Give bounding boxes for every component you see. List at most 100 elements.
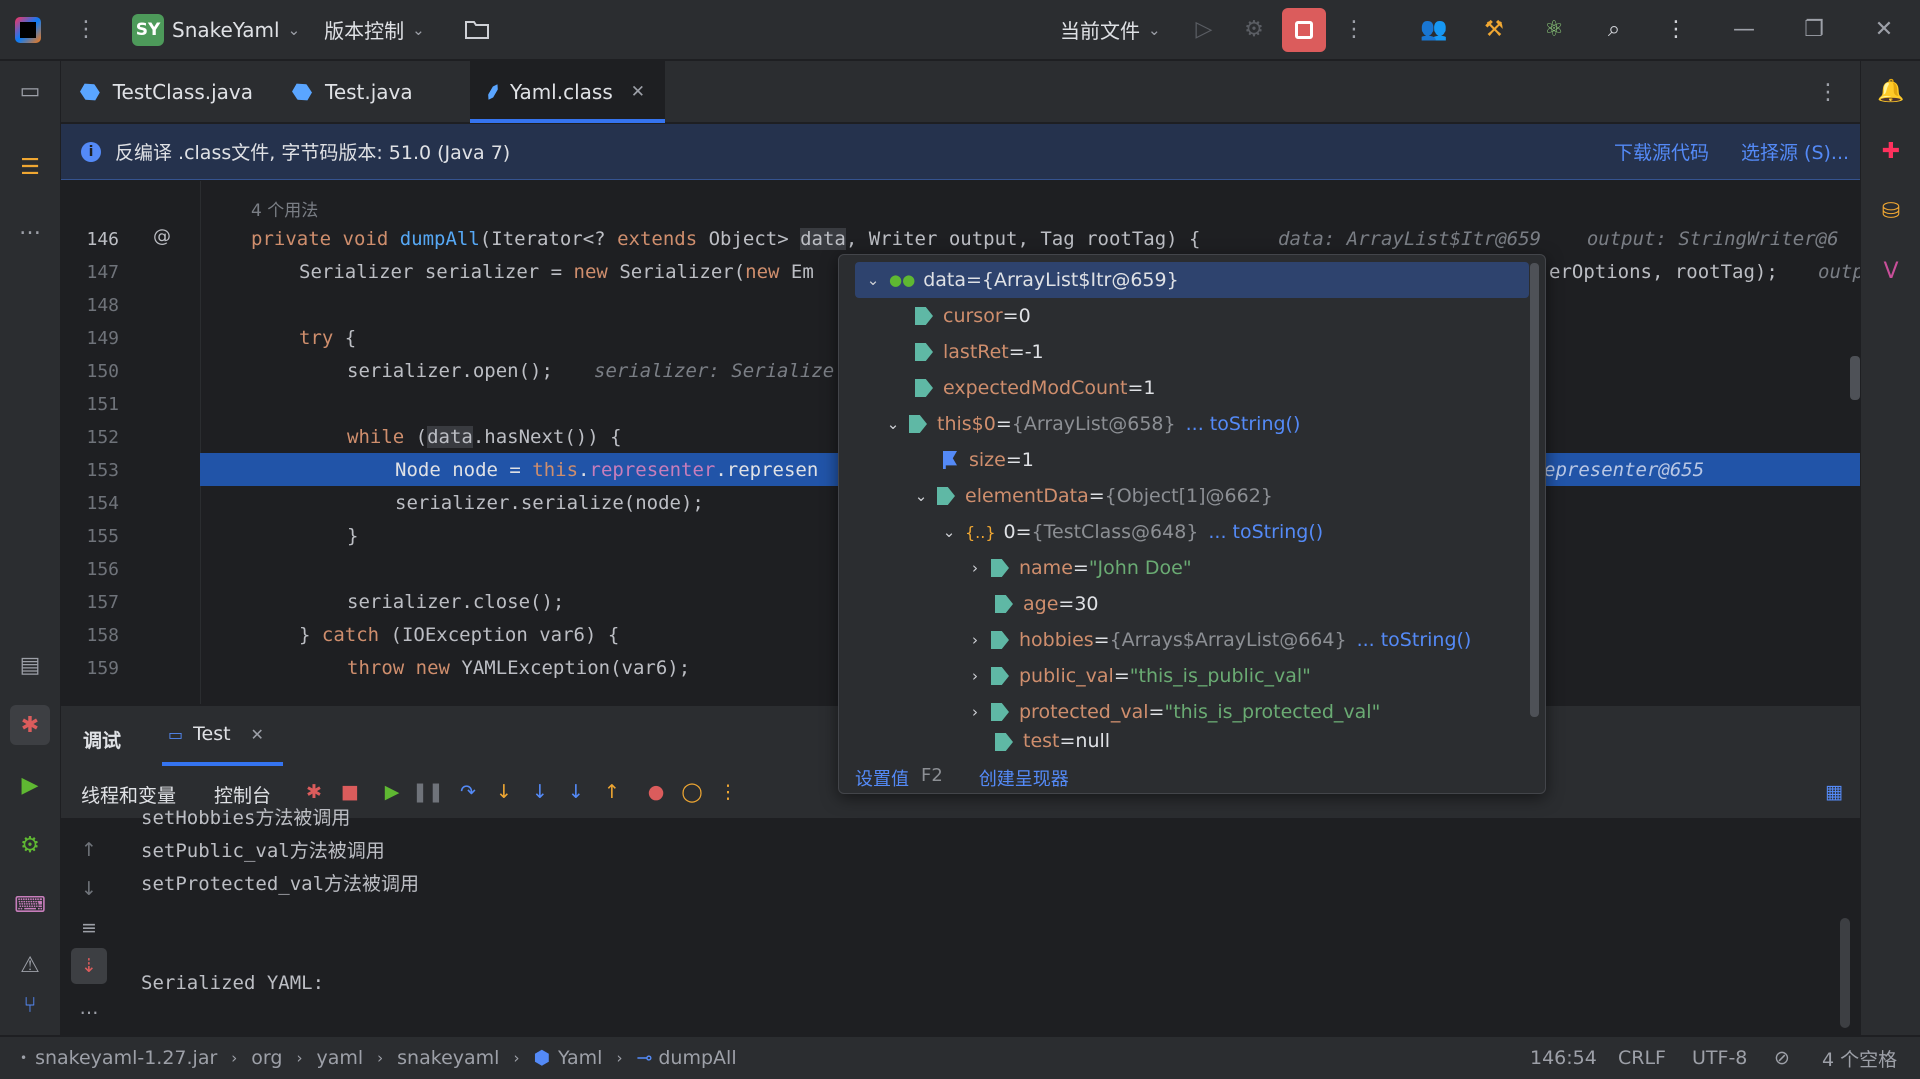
pause-icon[interactable]: ❚❚ <box>410 774 446 810</box>
mute-breakpoints-icon[interactable]: ◯ <box>674 774 710 810</box>
app-logo-icon[interactable] <box>0 0 56 60</box>
tree-row-expectedmodcount[interactable]: expectedModCount = 1 <box>839 370 1527 406</box>
smart-step-into-icon[interactable]: ↓ <box>558 774 594 810</box>
debug-tool-icon[interactable]: ✱ <box>10 705 50 745</box>
settings-updates-icon[interactable]: ⋮ <box>1654 8 1698 52</box>
chevron-right-icon[interactable]: › <box>965 559 985 577</box>
breadcrumb-item[interactable]: org <box>251 1047 282 1069</box>
readonly-icon[interactable]: ⊘ <box>1774 1047 1790 1069</box>
close-icon[interactable]: ✕ <box>631 82 645 102</box>
tab-testclass[interactable]: TestClass.java <box>61 61 273 123</box>
main-menu-icon[interactable]: ⋮ <box>64 8 108 52</box>
view-breakpoints-icon[interactable]: ● <box>638 774 674 810</box>
step-out-icon[interactable]: ↑ <box>594 774 630 810</box>
chevron-right-icon[interactable]: › <box>965 631 985 649</box>
notifications-icon[interactable]: 🔔 <box>1871 71 1911 111</box>
close-icon[interactable]: ✕ <box>251 725 264 744</box>
step-over-icon[interactable]: ↷ <box>450 774 486 810</box>
more-icon[interactable]: … <box>71 990 107 1026</box>
more-tools-icon[interactable]: … <box>10 207 50 247</box>
scroll-up-icon[interactable]: ↑ <box>71 832 107 868</box>
services-icon[interactable]: ⚙ <box>10 825 50 865</box>
project-selector[interactable]: SY SnakeYaml ⌄ <box>122 8 310 52</box>
override-marker[interactable]: @ <box>153 226 171 247</box>
indent-setting[interactable]: 4 个空格 <box>1822 1045 1897 1072</box>
search-icon[interactable]: ⌕ <box>1592 8 1636 52</box>
create-renderer-link[interactable]: 创建呈现器 <box>979 765 1069 791</box>
chevron-right-icon[interactable]: › <box>965 703 985 721</box>
debug-icon[interactable]: ⚙ <box>1232 8 1276 52</box>
file-encoding[interactable]: UTF-8 <box>1692 1047 1747 1069</box>
resume-icon[interactable]: ▶ <box>374 774 410 810</box>
tostring-link[interactable]: ... toString() <box>1208 521 1323 543</box>
chevron-down-icon[interactable]: ⌄ <box>863 271 883 289</box>
tree-row-elementdata[interactable]: ⌄ elementData = {Object[1]@662} <box>839 478 1527 514</box>
tree-row-cursor[interactable]: cursor = 0 <box>839 298 1527 334</box>
tostring-link[interactable]: ... toString() <box>1186 413 1301 435</box>
tab-options-icon[interactable]: ⋮ <box>1806 70 1850 114</box>
minimize-icon[interactable]: — <box>1722 8 1766 52</box>
breadcrumb-item[interactable]: Yaml <box>558 1047 602 1069</box>
layout-settings-icon[interactable]: ▦ <box>1816 774 1852 810</box>
tostring-link[interactable]: ... toString() <box>1357 629 1472 651</box>
breadcrumb-item[interactable]: snakeyaml-1.27.jar <box>35 1047 217 1069</box>
plugin-icon[interactable]: V <box>1871 251 1911 291</box>
tab-test[interactable]: Test.java <box>273 61 470 123</box>
cursor-position[interactable]: 146:54 <box>1530 1047 1597 1069</box>
tree-row-lastret[interactable]: lastRet = -1 <box>839 334 1527 370</box>
project-tool-icon[interactable]: ▭ <box>10 71 50 111</box>
chevron-down-icon[interactable]: ⌄ <box>939 523 959 541</box>
tree-row-protected-val[interactable]: › protected_val = "this_is_protected_val… <box>839 694 1527 730</box>
breadcrumb-item[interactable]: yaml <box>316 1047 363 1069</box>
chevron-right-icon[interactable]: › <box>965 667 985 685</box>
tree-row-public-val[interactable]: › public_val = "this_is_public_val" <box>839 658 1527 694</box>
run-config-selector[interactable]: 当前文件 ⌄ <box>1050 8 1171 52</box>
problems-icon[interactable]: ⚠ <box>10 945 50 985</box>
folder-icon[interactable] <box>455 8 499 52</box>
more-debug-actions-icon[interactable]: ⋮ <box>710 774 746 810</box>
tree-row-name[interactable]: › name = "John Doe" <box>839 550 1527 586</box>
bookmarks-icon[interactable]: ▤ <box>10 645 50 685</box>
tree-row-this0[interactable]: ⌄ this$0 = {ArrayList@658} ... toString(… <box>839 406 1527 442</box>
restore-icon[interactable]: ❐ <box>1792 8 1836 52</box>
console-scrollbar[interactable] <box>1840 918 1850 1028</box>
structure-tool-icon[interactable]: ☰ <box>10 147 50 187</box>
force-step-into-icon[interactable]: ↓ <box>522 774 558 810</box>
editor-scrollbar-marker[interactable] <box>1850 356 1860 400</box>
choose-source-link[interactable]: 选择源 (S)... <box>1741 138 1849 165</box>
debug-session-tab[interactable]: ▭ Test ✕ <box>162 706 283 766</box>
tree-row-element-0[interactable]: ⌄ {..} 0 = {TestClass@648} ... toString(… <box>839 514 1527 550</box>
tree-row-hobbies[interactable]: › hobbies = {Arrays$ArrayList@664} ... t… <box>839 622 1527 658</box>
vcs-menu[interactable]: 版本控制 ⌄ <box>314 8 435 52</box>
close-window-icon[interactable]: ✕ <box>1862 8 1906 52</box>
soft-wrap-icon[interactable]: ≡ <box>71 910 107 946</box>
stop-button[interactable] <box>1282 7 1326 52</box>
build-tools-icon[interactable]: ⚒ <box>1472 8 1516 52</box>
set-value-link[interactable]: 设置值 <box>855 765 909 791</box>
scroll-to-end-icon[interactable]: ⇣ <box>71 948 107 984</box>
console-output[interactable]: ↑ ↓ ≡ ⇣ … setHobbies方法被调用 setPublic_val方… <box>61 807 1860 1035</box>
chevron-down-icon[interactable]: ⌄ <box>883 415 903 433</box>
terminal-icon[interactable]: ⌨ <box>10 885 50 925</box>
ai-assistant-icon[interactable]: ⚛ <box>1532 8 1576 52</box>
database-icon[interactable]: ⛁ <box>1871 191 1911 231</box>
scroll-down-icon[interactable]: ↓ <box>71 871 107 907</box>
code-with-me-icon[interactable]: 👥 <box>1412 8 1456 52</box>
run-tool-icon[interactable]: ▶ <box>10 765 50 805</box>
tree-row-age[interactable]: age = 30 <box>839 586 1527 622</box>
ai-chat-icon[interactable]: ✚ <box>1871 131 1911 171</box>
step-into-icon[interactable]: ↓ <box>486 774 522 810</box>
tab-yaml[interactable]: Yaml.class ✕ <box>470 61 665 123</box>
breadcrumb-item[interactable]: snakeyaml <box>397 1047 499 1069</box>
chevron-down-icon[interactable]: ⌄ <box>911 487 931 505</box>
git-icon[interactable]: ⑂ <box>10 985 50 1025</box>
download-source-link[interactable]: 下载源代码 <box>1614 138 1709 165</box>
more-actions-icon[interactable]: ⋮ <box>1332 8 1376 52</box>
popup-scrollbar[interactable] <box>1530 263 1539 717</box>
breadcrumb-item[interactable]: dumpAll <box>658 1047 736 1069</box>
tree-row-data[interactable]: ⌄ ●● data = {ArrayList$Itr@659} <box>855 262 1529 298</box>
line-separator[interactable]: CRLF <box>1618 1047 1666 1069</box>
tree-row-size[interactable]: size = 1 <box>839 442 1527 478</box>
run-icon[interactable]: ▷ <box>1182 8 1226 52</box>
tree-row-test[interactable]: test = null <box>839 730 1527 754</box>
